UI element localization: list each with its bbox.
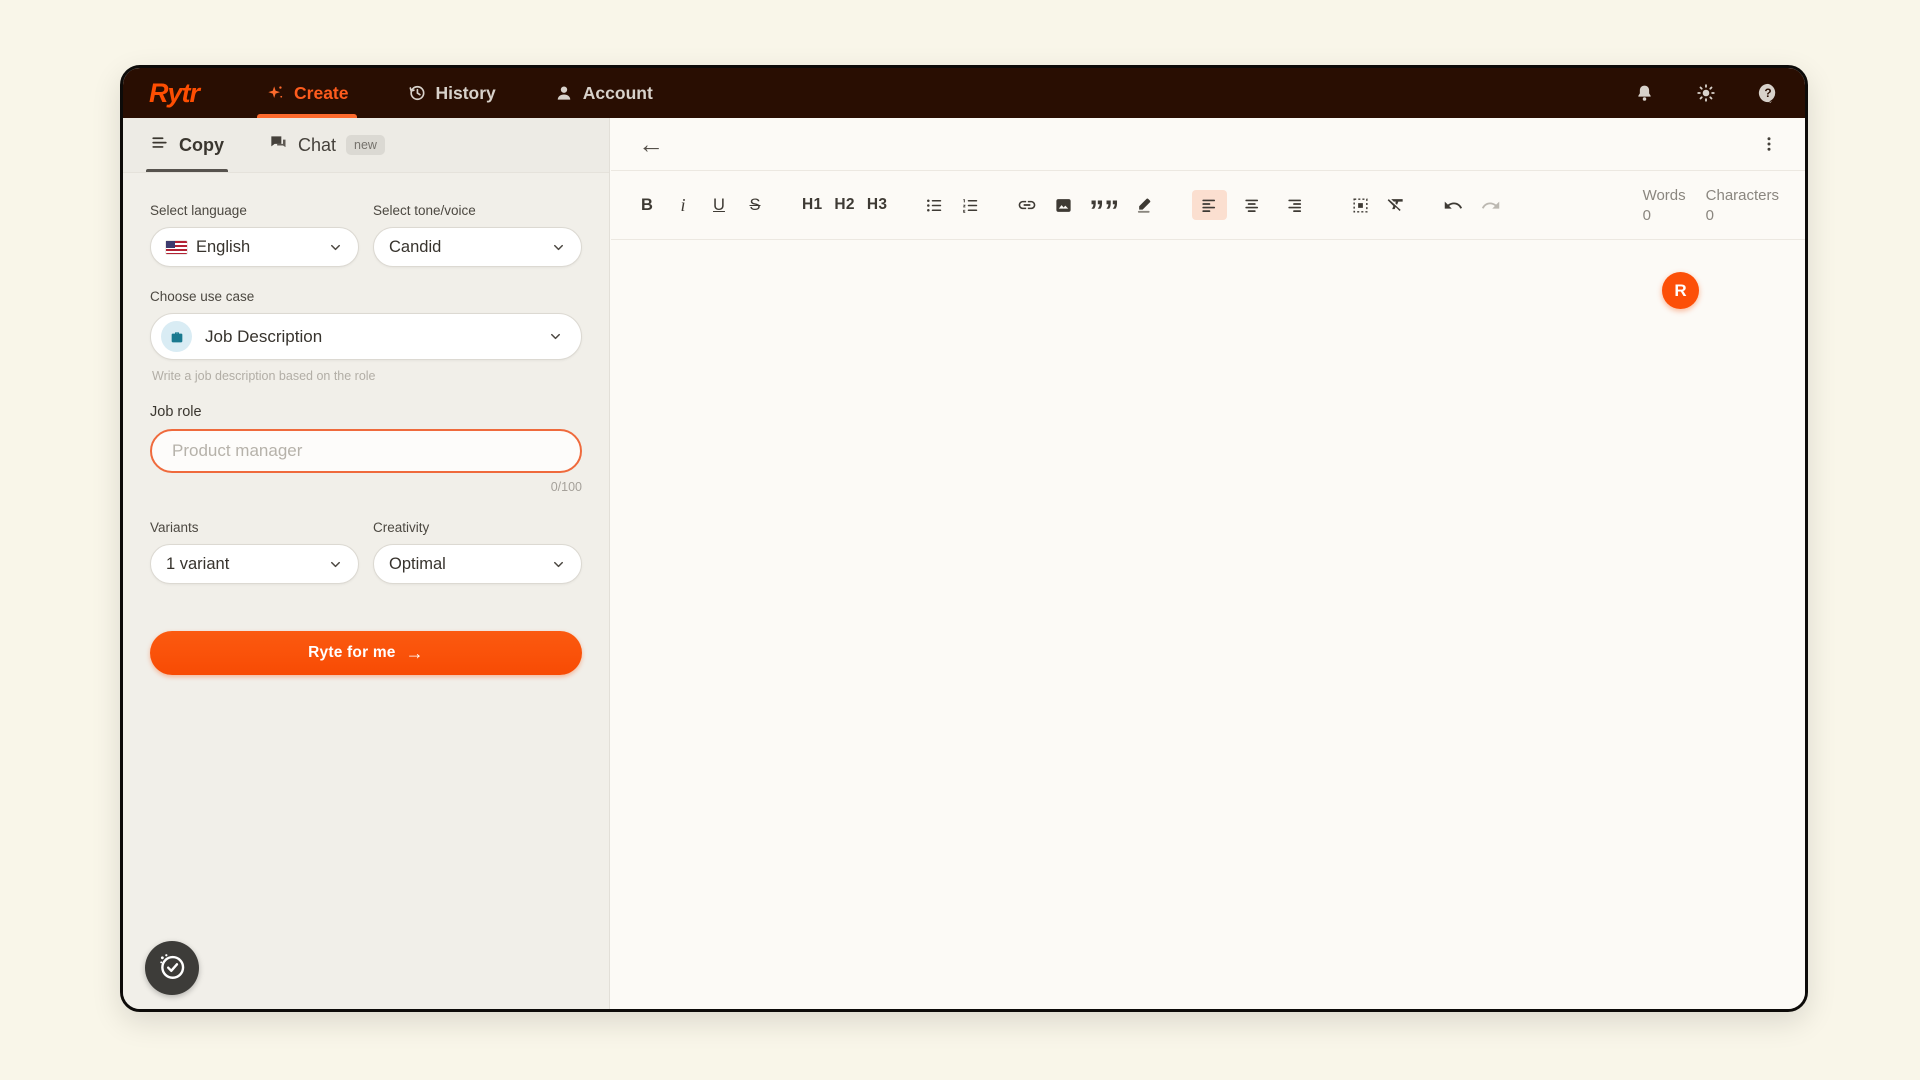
nav-tab-label: Create [294,83,348,104]
chat-icon [268,133,288,158]
redo-icon[interactable] [1480,190,1501,220]
language-select[interactable]: English [150,227,359,267]
bullet-list-icon[interactable] [924,190,944,220]
undo-icon[interactable] [1443,190,1464,220]
usecase-hint: Write a job description based on the rol… [152,369,580,383]
usecase-value: Job Description [205,327,322,347]
formatting-toolbar: B i U S H1 H2 H3 [611,171,1805,240]
clear-format-icon[interactable] [1386,190,1406,220]
back-button[interactable]: ← [638,131,664,157]
blockquote-icon[interactable]: ”” [1089,197,1119,227]
align-center-icon[interactable] [1235,190,1270,220]
tone-label: Select tone/voice [373,203,582,218]
nav-tab-history[interactable]: History [407,68,496,118]
sidebar-tabs: Copy Chat new [123,118,609,173]
italic-button[interactable]: i [673,190,693,220]
editor-header: ← [611,118,1805,171]
h3-button[interactable]: H3 [867,190,887,220]
sparkle-icon [265,83,285,103]
strikethrough-button[interactable]: S [745,190,765,220]
words-value: 0 [1643,207,1686,224]
variants-value: 1 variant [166,555,229,574]
select-all-icon[interactable] [1350,190,1370,220]
chevron-down-icon [551,240,566,255]
usecase-label: Choose use case [150,289,582,304]
characters-label: Characters [1706,187,1779,204]
highlight-pen-icon[interactable] [1135,190,1155,220]
tab-label: Chat [298,135,336,156]
arrow-right-icon: → [406,643,424,664]
document-stats: Words 0 Characters 0 [1643,187,1779,224]
nav-tab-create[interactable]: Create [265,68,348,118]
ryte-button-label: Ryte for me [308,644,395,662]
h2-button[interactable]: H2 [834,190,854,220]
briefcase-icon [161,321,192,352]
new-badge: new [346,135,385,155]
nav-tab-account[interactable]: Account [554,68,653,118]
navbar-right-icons: ? [1634,68,1779,118]
ryte-for-me-button[interactable]: Ryte for me → [150,631,582,675]
char-counter: 0/100 [150,480,582,494]
rewards-widget-button[interactable] [145,941,199,995]
theme-icon[interactable] [1695,82,1717,104]
nav-tab-label: History [436,83,496,104]
generator-form: Select language Select tone/voice Englis… [123,173,609,675]
usecase-select[interactable]: Job Description [150,313,582,360]
sidebar: Copy Chat new Select language Select ton… [123,118,610,1009]
characters-value: 0 [1706,207,1779,224]
creativity-label: Creativity [373,520,582,535]
chevron-down-icon [551,557,566,572]
job-role-label: Job role [150,404,582,420]
tab-copy[interactable]: Copy [150,118,224,172]
rytr-assistant-fab[interactable]: R [1662,272,1699,309]
history-icon [407,83,427,103]
job-role-input[interactable] [150,429,582,473]
language-value: English [196,238,250,257]
nav-tab-label: Account [583,83,653,104]
us-flag-icon [166,241,187,254]
link-icon[interactable] [1017,190,1037,220]
chevron-down-icon [328,557,343,572]
tone-value: Candid [389,238,441,257]
tab-label: Copy [179,135,224,156]
app-window: Rytr Create History [120,65,1808,1012]
tab-chat[interactable]: Chat new [268,118,385,172]
words-label: Words [1643,187,1686,204]
bold-button[interactable]: B [637,190,657,220]
svg-text:?: ? [1764,86,1771,100]
more-options-button[interactable] [1760,135,1778,153]
chevron-down-icon [328,240,343,255]
editor-panel: ← B i U S H1 H2 H3 [611,118,1805,1009]
top-navbar: Rytr Create History [123,68,1805,118]
numbered-list-icon[interactable] [960,190,980,220]
variants-label: Variants [150,520,359,535]
creativity-value: Optimal [389,555,446,574]
check-badge-icon [155,949,189,988]
image-icon[interactable] [1053,190,1073,220]
tone-select[interactable]: Candid [373,227,582,267]
h1-button[interactable]: H1 [802,190,822,220]
notifications-icon[interactable] [1634,83,1655,104]
language-label: Select language [150,203,359,218]
help-icon[interactable]: ? [1757,82,1779,104]
person-icon [554,83,574,103]
align-left-icon[interactable] [1192,190,1227,220]
chevron-down-icon [548,329,563,344]
align-right-icon[interactable] [1278,190,1313,220]
rytr-logo[interactable]: Rytr [149,78,199,109]
underline-button[interactable]: U [709,190,729,220]
menu-icon [150,133,169,157]
editor-canvas[interactable] [611,241,1805,1009]
variants-select[interactable]: 1 variant [150,544,359,584]
creativity-select[interactable]: Optimal [373,544,582,584]
